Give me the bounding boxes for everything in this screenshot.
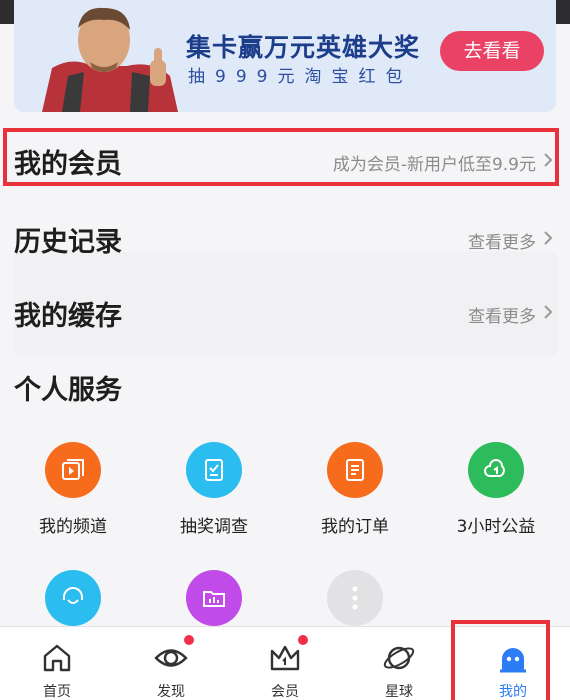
highlight-box-membership	[3, 128, 559, 186]
history-row[interactable]: 历史记录 查看更多	[0, 210, 570, 268]
service-lottery-survey[interactable]: 抽奖调查	[144, 442, 284, 537]
survey-icon	[186, 442, 242, 498]
service-my-orders[interactable]: 我的订单	[285, 442, 425, 537]
banner-subtitle: 抽999元淘宝红包	[188, 67, 413, 87]
promo-banner[interactable]: 集卡赢万元英雄大奖 抽999元淘宝红包 去看看	[14, 0, 556, 112]
folder-icon	[186, 570, 242, 626]
go-see-button[interactable]: 去看看	[440, 31, 544, 71]
charity-icon	[468, 442, 524, 498]
cache-row[interactable]: 我的缓存 查看更多	[0, 284, 570, 342]
tab-membership[interactable]: 会员	[228, 627, 342, 700]
service-customer-support[interactable]	[3, 570, 143, 626]
tab-label: 首页	[43, 684, 71, 700]
service-charity[interactable]: 3小时公益	[426, 442, 566, 537]
tab-home[interactable]: 首页	[0, 627, 114, 700]
channel-icon	[45, 442, 101, 498]
more-icon	[327, 570, 383, 626]
history-title: 历史记录	[14, 227, 122, 258]
support-icon	[45, 570, 101, 626]
hero-character-image	[42, 7, 178, 112]
service-more[interactable]	[285, 570, 425, 626]
history-see-more[interactable]: 查看更多	[468, 228, 536, 253]
tab-label: 星球	[385, 684, 413, 700]
cache-title: 我的缓存	[14, 301, 122, 332]
home-icon	[43, 644, 71, 672]
service-folder[interactable]	[144, 570, 284, 626]
planet-icon	[383, 646, 415, 670]
personal-services-title: 个人服务	[14, 375, 122, 406]
eye-icon	[154, 649, 188, 667]
service-label: 抽奖调查	[180, 517, 248, 537]
service-label: 我的频道	[39, 517, 107, 537]
tab-label: 会员	[271, 684, 299, 700]
highlight-box-me-tab	[451, 620, 550, 700]
chevron-right-icon	[544, 305, 553, 319]
notification-badge	[184, 635, 194, 645]
notification-badge	[298, 635, 308, 645]
service-my-channel[interactable]: 我的频道	[3, 442, 143, 537]
tab-discover[interactable]: 发现	[114, 627, 228, 700]
cache-see-more[interactable]: 查看更多	[468, 302, 536, 327]
tab-planet[interactable]: 星球	[342, 627, 456, 700]
service-label: 3小时公益	[456, 517, 536, 537]
crown-icon	[270, 645, 300, 671]
order-icon	[327, 442, 383, 498]
tab-label: 发现	[157, 684, 185, 700]
chevron-right-icon	[544, 231, 553, 245]
banner-title: 集卡赢万元英雄大奖	[186, 33, 421, 62]
service-label: 我的订单	[321, 517, 389, 537]
